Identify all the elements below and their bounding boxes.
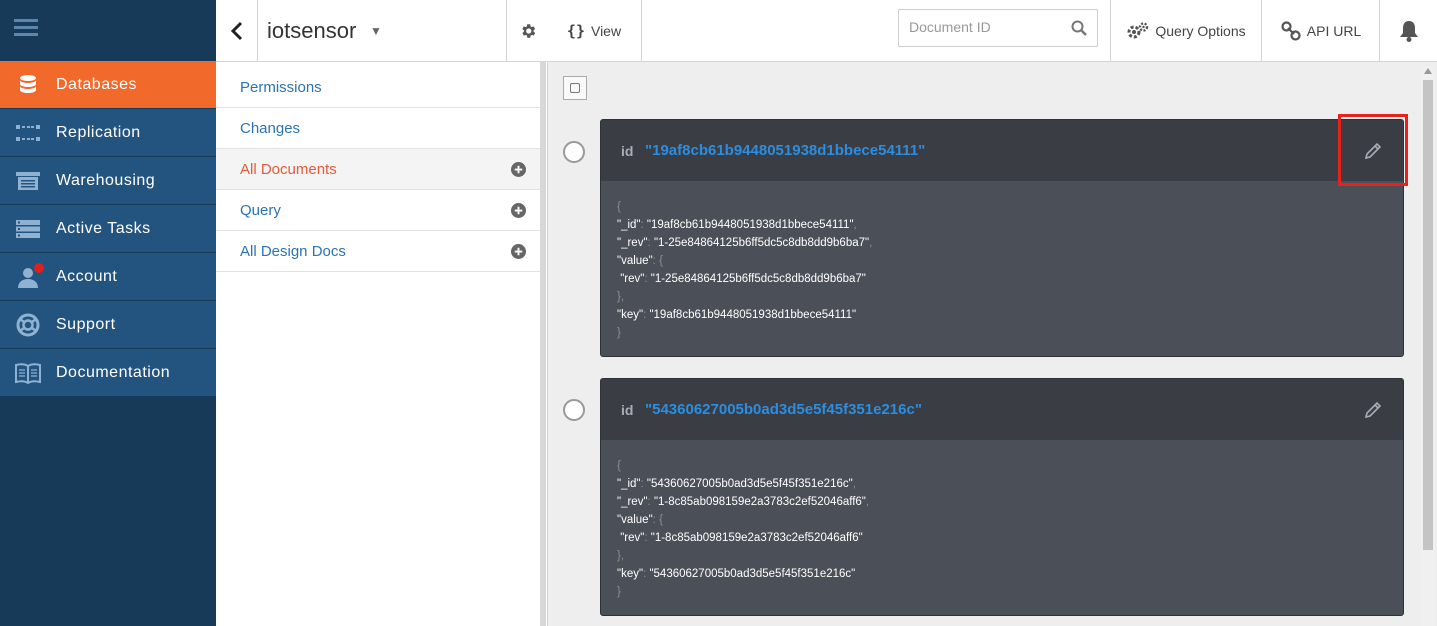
nav-label: Active Tasks (56, 219, 151, 237)
document-id-search (898, 9, 1098, 47)
scroll-up-arrow-icon[interactable] (1424, 68, 1432, 74)
gear-icon (521, 23, 535, 38)
document-card-header: id "54360627005b0ad3d5e5f45f351e216c" (601, 379, 1403, 440)
caret-down-icon[interactable]: ▼ (370, 24, 382, 38)
nav-label: Account (56, 267, 118, 285)
menu-icon[interactable] (14, 19, 38, 37)
database-sidebar: iotsensor ▼ Permissions Changes All Docu… (216, 0, 548, 626)
document-json: { "_id": "54360627005b0ad3d5e5f45f351e21… (617, 460, 870, 598)
sidebar-item-all-documents[interactable]: All Documents (216, 149, 540, 190)
search-icon[interactable] (1071, 20, 1087, 36)
nav-label: Documentation (56, 363, 171, 381)
chevron-left-icon (230, 21, 242, 40)
add-icon[interactable] (511, 203, 526, 218)
sidebar-item-label: Changes (240, 119, 301, 137)
tasks-icon (0, 219, 56, 238)
gears-icon (1127, 21, 1149, 38)
doc-id-label: id (621, 402, 634, 418)
doc-id-value[interactable]: "54360627005b0ad3d5e5f45f351e216c" (645, 401, 922, 418)
select-all-checkbox[interactable] (563, 76, 587, 100)
sidebar-item-all-design-docs[interactable]: All Design Docs (216, 231, 540, 272)
replication-icon (0, 124, 56, 141)
warehouse-icon (0, 171, 56, 190)
doc-select-radio[interactable] (563, 141, 585, 163)
account-icon (0, 262, 56, 288)
doc-id-value[interactable]: "19af8cb61b9448051938d1bbece54111" (645, 142, 925, 159)
nav-label: Warehousing (56, 171, 156, 189)
document-card[interactable]: id "54360627005b0ad3d5e5f45f351e216c" { … (600, 378, 1404, 616)
document-card-header: id "19af8cb61b9448051938d1bbece54111" (601, 120, 1403, 181)
nav-item-warehousing[interactable]: Warehousing (0, 157, 216, 205)
sidebar-item-label: All Documents (240, 160, 337, 178)
add-icon[interactable] (511, 244, 526, 259)
edit-document-button[interactable] (1351, 136, 1395, 166)
database-icon (0, 74, 56, 96)
back-button[interactable] (216, 0, 258, 61)
nav-item-active-tasks[interactable]: Active Tasks (0, 205, 216, 253)
nav-item-databases[interactable]: Databases (0, 61, 216, 109)
sidebar-scrollbar[interactable] (540, 62, 546, 626)
document-card[interactable]: id "19af8cb61b9448051938d1bbece54111" { … (600, 119, 1404, 357)
main-nav: Databases Replication Warehousing Active… (0, 0, 216, 626)
nav-label: Databases (56, 75, 137, 93)
sidebar-item-query[interactable]: Query (216, 190, 540, 231)
nav-item-account[interactable]: Account (0, 253, 216, 301)
sidebar-item-label: Query (240, 201, 281, 219)
pencil-icon (1364, 401, 1382, 419)
sidebar-item-label: All Design Docs (240, 242, 346, 260)
nav-item-documentation[interactable]: Documentation (0, 349, 216, 397)
pencil-icon (1364, 142, 1382, 160)
braces-icon: {} (566, 21, 585, 40)
nav-item-replication[interactable]: Replication (0, 109, 216, 157)
document-id-input[interactable] (899, 10, 1069, 44)
sidebar-item-label: Permissions (240, 78, 322, 96)
add-icon[interactable] (511, 162, 526, 177)
nav-label: Replication (56, 123, 141, 141)
documents-list: id "19af8cb61b9448051938d1bbece54111" { … (547, 62, 1437, 626)
link-icon (1281, 20, 1301, 41)
book-icon (0, 362, 56, 384)
database-title[interactable]: iotsensor (267, 18, 356, 44)
sidebar-item-changes[interactable]: Changes (216, 108, 540, 149)
nav-label: Support (56, 315, 116, 333)
query-options-label: Query Options (1155, 22, 1246, 39)
edit-document-button[interactable] (1351, 395, 1395, 425)
document-json: { "_id": "19af8cb61b9448051938d1bbece541… (617, 201, 873, 339)
settings-button[interactable] (506, 0, 548, 61)
doc-id-label: id (621, 143, 634, 159)
scrollbar-thumb[interactable] (1423, 80, 1433, 550)
api-url-button[interactable]: API URL (1261, 0, 1380, 61)
query-options-button[interactable]: Query Options (1110, 0, 1262, 61)
bell-icon (1400, 20, 1418, 42)
nav-item-support[interactable]: Support (0, 301, 216, 349)
notification-dot (34, 262, 44, 273)
sidebar-item-permissions[interactable]: Permissions (216, 67, 540, 108)
api-url-label: API URL (1306, 22, 1362, 39)
doc-select-radio[interactable] (563, 399, 585, 421)
view-label: View (590, 22, 622, 39)
view-button[interactable]: {} View (547, 0, 642, 61)
toolbar: {} View Query Options API URL (547, 0, 1437, 62)
main-scrollbar[interactable] (1421, 66, 1435, 626)
notifications-button[interactable] (1379, 0, 1437, 61)
sidebar-header: iotsensor ▼ (216, 0, 547, 62)
support-icon (0, 313, 56, 337)
